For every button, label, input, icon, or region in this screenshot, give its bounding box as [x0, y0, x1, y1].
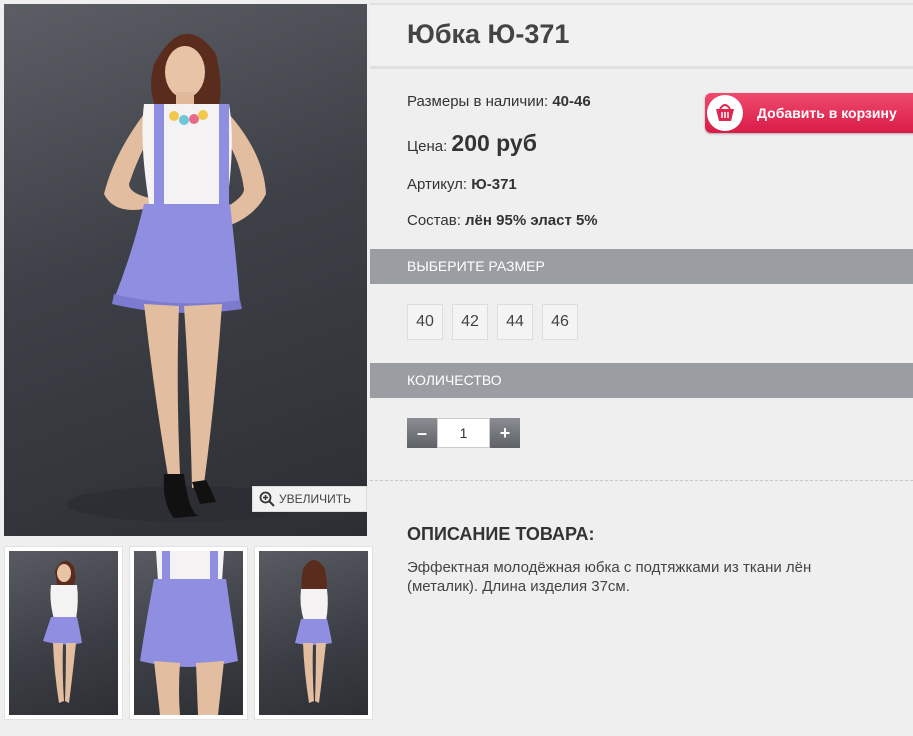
thumbnail-detail[interactable]	[129, 546, 248, 720]
quantity-stepper: – +	[407, 418, 520, 448]
composition-value: лён 95% эласт 5%	[465, 212, 598, 229]
decrement-button[interactable]: –	[407, 418, 437, 448]
thumbnail-image	[9, 551, 118, 715]
sizes-value: 40-46	[552, 93, 591, 110]
thumb-model-back	[295, 560, 332, 703]
thumbnail-strip	[4, 546, 373, 720]
size-option-44[interactable]: 44	[497, 304, 533, 340]
product-page: УВЕЛИЧИТЬ Юбка Ю-371 Размеры в наличии: …	[0, 0, 913, 736]
size-selector: 40 42 44 46	[407, 304, 578, 340]
description-title: ОПИСАНИЕ ТОВАРА:	[407, 524, 595, 544]
price-label: Цена:	[407, 138, 448, 155]
product-title: Юбка Ю-371	[407, 19, 570, 49]
sku-row: Артикул: Ю-371	[407, 176, 517, 193]
thumbnail-back[interactable]	[254, 546, 373, 720]
size-option-42[interactable]: 42	[452, 304, 488, 340]
zoom-label: УВЕЛИЧИТЬ	[279, 492, 351, 506]
basket-icon	[707, 95, 743, 131]
sku-label: Артикул:	[407, 176, 468, 193]
thumb-model-front	[43, 560, 82, 703]
title-bar: Юбка Ю-371	[370, 3, 913, 69]
thumb-skirt-detail	[140, 551, 238, 715]
size-section-header: ВЫБЕРИТЕ РАЗМЕР	[370, 249, 913, 284]
main-product-photo[interactable]: УВЕЛИЧИТЬ	[4, 4, 367, 536]
divider	[370, 480, 913, 481]
zoom-button[interactable]: УВЕЛИЧИТЬ	[252, 486, 367, 512]
composition-row: Состав: лён 95% эласт 5%	[407, 212, 598, 229]
increment-button[interactable]: +	[490, 418, 520, 448]
model-illustration	[66, 33, 306, 522]
composition-label: Состав:	[407, 212, 461, 229]
magnifier-plus-icon	[259, 491, 275, 507]
thumbnail-image	[259, 551, 368, 715]
size-option-46[interactable]: 46	[542, 304, 578, 340]
product-details: Юбка Ю-371 Размеры в наличии: 40-46 Цена…	[370, 0, 913, 736]
price-row: Цена: 200 руб	[407, 130, 537, 157]
quantity-section-header: КОЛИЧЕСТВО	[370, 363, 913, 398]
sku-value: Ю-371	[471, 176, 517, 193]
add-to-cart-button[interactable]: Добавить в корзину	[705, 93, 913, 133]
sizes-label: Размеры в наличии:	[407, 93, 549, 110]
size-option-40[interactable]: 40	[407, 304, 443, 340]
thumbnail-front[interactable]	[4, 546, 123, 720]
add-to-cart-label: Добавить в корзину	[757, 105, 897, 121]
thumbnail-image	[134, 551, 243, 715]
description-text: Эффектная молодёжная юбка с подтяжками и…	[407, 559, 812, 595]
price-value: 200 руб	[451, 130, 537, 156]
quantity-input[interactable]	[437, 418, 490, 448]
sizes-available: Размеры в наличии: 40-46	[407, 93, 591, 110]
